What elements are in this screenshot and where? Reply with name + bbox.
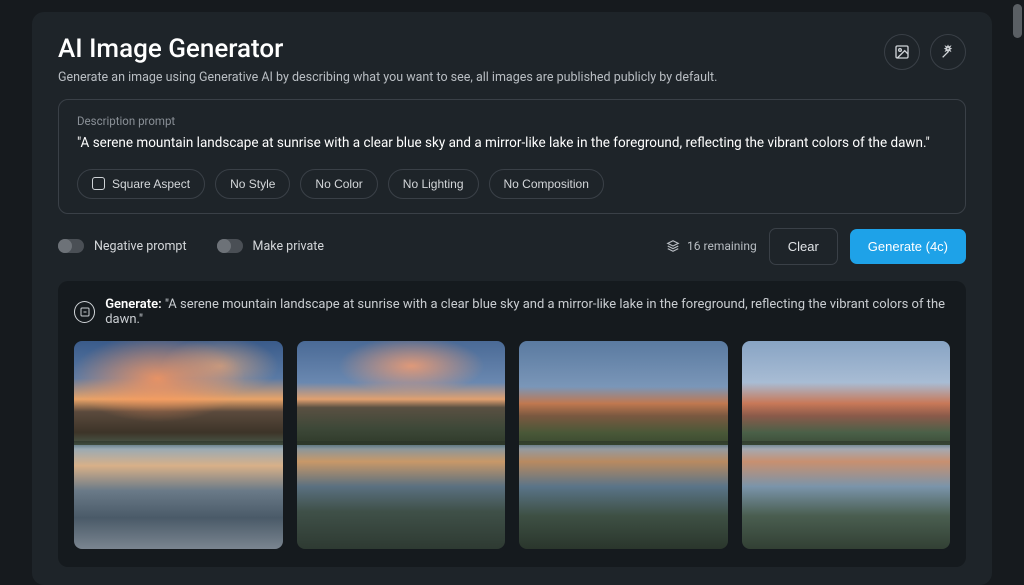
chip-label: No Style	[230, 177, 275, 191]
toggle-thumb	[217, 239, 231, 253]
toggle-label: Make private	[253, 239, 324, 254]
scrollbar-thumb[interactable]	[1013, 4, 1022, 38]
image-grid	[74, 341, 950, 550]
header-row: AI Image Generator Generate an image usi…	[58, 34, 966, 85]
chip-label: No Composition	[504, 177, 589, 191]
toggle-thumb	[58, 239, 72, 253]
page-subtitle: Generate an image using Generative AI by…	[58, 70, 717, 85]
generated-image-4[interactable]	[742, 341, 951, 550]
toggles-group: Negative prompt Make private	[58, 239, 324, 254]
header-actions	[884, 34, 966, 70]
results-header: Generate: "A serene mountain landscape a…	[74, 297, 950, 327]
magic-wand-button[interactable]	[930, 34, 966, 70]
gallery-icon-button[interactable]	[884, 34, 920, 70]
generate-button[interactable]: Generate (4c)	[850, 229, 966, 264]
generator-card: AI Image Generator Generate an image usi…	[32, 12, 992, 585]
chip-no-style[interactable]: No Style	[215, 169, 290, 199]
stack-icon	[666, 239, 680, 253]
results-panel: Generate: "A serene mountain landscape a…	[58, 281, 966, 568]
chip-label: No Lighting	[403, 177, 464, 191]
controls-row: Negative prompt Make private 16 remainin…	[58, 228, 966, 265]
toggle-label: Negative prompt	[94, 239, 187, 254]
generated-image-2[interactable]	[297, 341, 506, 550]
results-label: Generate:	[105, 297, 161, 312]
prompt-label: Description prompt	[77, 114, 947, 128]
right-controls: 16 remaining Clear Generate (4c)	[666, 228, 966, 265]
toggle-track	[217, 239, 243, 253]
chip-label: Square Aspect	[112, 177, 190, 191]
chip-label: No Color	[315, 177, 362, 191]
prompt-input[interactable]: "A serene mountain landscape at sunrise …	[77, 134, 947, 153]
results-prompt-echo: "A serene mountain landscape at sunrise …	[105, 297, 945, 327]
toggle-negative-prompt[interactable]: Negative prompt	[58, 239, 187, 254]
square-aspect-icon	[92, 177, 105, 190]
chip-no-composition[interactable]: No Composition	[489, 169, 604, 199]
generate-result-icon	[74, 301, 95, 323]
chip-square-aspect[interactable]: Square Aspect	[77, 169, 205, 199]
chip-row: Square Aspect No Style No Color No Light…	[77, 169, 947, 199]
image-icon	[894, 44, 910, 60]
generated-image-3[interactable]	[519, 341, 728, 550]
clear-button[interactable]: Clear	[769, 228, 838, 265]
credits-text: 16 remaining	[687, 239, 757, 253]
magic-wand-icon	[940, 44, 956, 60]
credits-remaining: 16 remaining	[666, 239, 757, 253]
chip-no-color[interactable]: No Color	[300, 169, 377, 199]
toggle-make-private[interactable]: Make private	[217, 239, 324, 254]
generated-image-1[interactable]	[74, 341, 283, 550]
prompt-box: Description prompt "A serene mountain la…	[58, 99, 966, 214]
header-text: AI Image Generator Generate an image usi…	[58, 34, 717, 85]
chip-no-lighting[interactable]: No Lighting	[388, 169, 479, 199]
toggle-track	[58, 239, 84, 253]
page-title: AI Image Generator	[58, 34, 717, 64]
